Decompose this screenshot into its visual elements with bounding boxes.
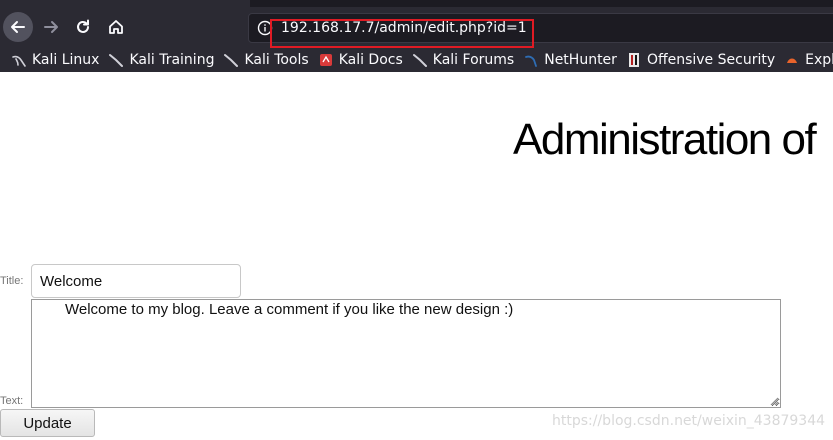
arrow-left-icon [11, 21, 25, 33]
bookmark-kali-linux[interactable]: Kali Linux [11, 50, 99, 70]
page-heading: Administration of [513, 115, 817, 164]
nethunter-icon [523, 52, 539, 68]
tab-strip [0, 0, 833, 7]
bookmarks-bar: Kali Linux Kali Training Kali Tools Kali… [0, 48, 833, 72]
forward-button[interactable] [36, 12, 66, 42]
exploit-db-icon [784, 52, 800, 68]
site-info-icon[interactable] [257, 20, 273, 36]
watermark: https://blog.csdn.net/weixin_43879344 [552, 413, 826, 429]
bookmark-kali-docs[interactable]: Kali Docs [318, 50, 403, 70]
bookmark-kali-training[interactable]: Kali Training [108, 50, 214, 70]
update-button[interactable]: Update [0, 409, 95, 437]
url-text[interactable]: 192.168.17.7/admin/edit.php?id=1 [281, 20, 527, 36]
bookmark-kali-forums[interactable]: Kali Forums [412, 50, 514, 70]
address-bar[interactable]: 192.168.17.7/admin/edit.php?id=1 [248, 13, 833, 43]
kali-docs-icon [318, 52, 334, 68]
title-input[interactable] [31, 264, 241, 298]
reload-icon [77, 19, 89, 33]
home-icon [109, 20, 123, 34]
offsec-icon [626, 52, 642, 68]
kali-dragon-icon [108, 52, 124, 68]
bookmark-kali-tools[interactable]: Kali Tools [223, 50, 309, 70]
browser-toolbar: 192.168.17.7/admin/edit.php?id=1 [0, 0, 833, 48]
text-label: Text: [0, 395, 24, 407]
bookmark-offensive-security[interactable]: Offensive Security [626, 50, 775, 70]
back-button[interactable] [3, 12, 33, 42]
kali-dragon-icon [223, 52, 239, 68]
title-label: Title: [0, 275, 24, 287]
bookmark-nethunter[interactable]: NetHunter [523, 50, 617, 70]
kali-dragon-icon [412, 52, 428, 68]
bookmark-exploit-db[interactable]: Exploi [784, 50, 833, 70]
kali-dragon-icon [11, 52, 27, 68]
home-button[interactable] [101, 12, 131, 42]
active-tab[interactable] [0, 0, 250, 7]
arrow-right-icon [44, 21, 58, 33]
text-textarea[interactable]: Welcome to my blog. Leave a comment if y… [31, 299, 781, 408]
reload-button[interactable] [68, 12, 98, 42]
